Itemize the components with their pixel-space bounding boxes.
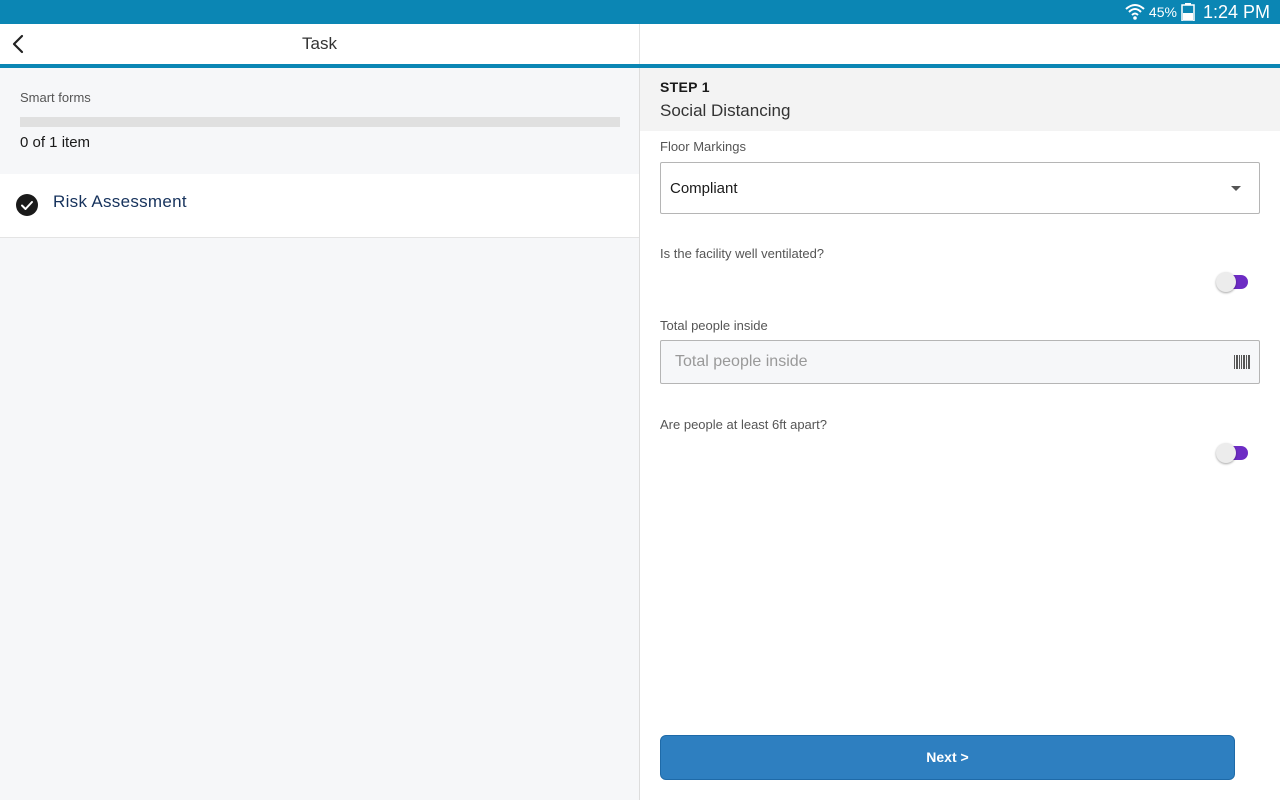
barcode-icon[interactable] [1233, 355, 1251, 369]
wifi-icon [1125, 4, 1145, 20]
next-button[interactable]: Next > [660, 735, 1235, 780]
app-header: Task [0, 24, 1280, 66]
check-circle-icon [16, 194, 38, 216]
progress-bar [20, 117, 620, 127]
progress-text: 0 of 1 item [20, 134, 91, 151]
status-time: 1:24 PM [1202, 1, 1270, 22]
back-arrow-icon[interactable] [8, 32, 30, 58]
smart-forms-label: Smart forms [20, 90, 91, 105]
step-header: STEP 1 Social Distancing [640, 68, 1280, 131]
people-inside-input[interactable] [661, 341, 1221, 383]
chevron-down-icon [1231, 186, 1241, 191]
status-bar: 45% 1:24 PM [0, 0, 1280, 24]
header-divider [639, 24, 640, 66]
distance-label: Are people at least 6ft apart? [660, 417, 827, 432]
header-left: Task [0, 24, 639, 66]
list-item-label: Risk Assessment [53, 192, 187, 211]
step-number: STEP 1 [660, 79, 710, 95]
status-icons: 45% 1:24 PM [1125, 0, 1270, 24]
list-item-risk-assessment[interactable]: Risk Assessment [0, 174, 639, 238]
distance-toggle[interactable] [1216, 442, 1250, 464]
battery-icon [1181, 3, 1195, 21]
page-title: Task [302, 34, 337, 53]
left-panel: Smart forms 0 of 1 item Risk Assessment [0, 68, 639, 800]
battery-percent: 45% [1148, 4, 1177, 20]
ventilated-toggle[interactable] [1216, 271, 1250, 293]
toggle-knob [1216, 272, 1236, 292]
floor-markings-value: Compliant [670, 180, 738, 197]
floor-markings-select[interactable]: Compliant [660, 162, 1260, 214]
toggle-knob [1216, 443, 1236, 463]
floor-markings-label: Floor Markings [660, 139, 746, 154]
step-title: Social Distancing [660, 101, 791, 120]
people-inside-field [660, 340, 1260, 384]
people-inside-label: Total people inside [660, 318, 768, 333]
ventilated-label: Is the facility well ventilated? [660, 246, 825, 261]
form-panel: STEP 1 Social Distancing Floor Markings … [640, 68, 1280, 800]
